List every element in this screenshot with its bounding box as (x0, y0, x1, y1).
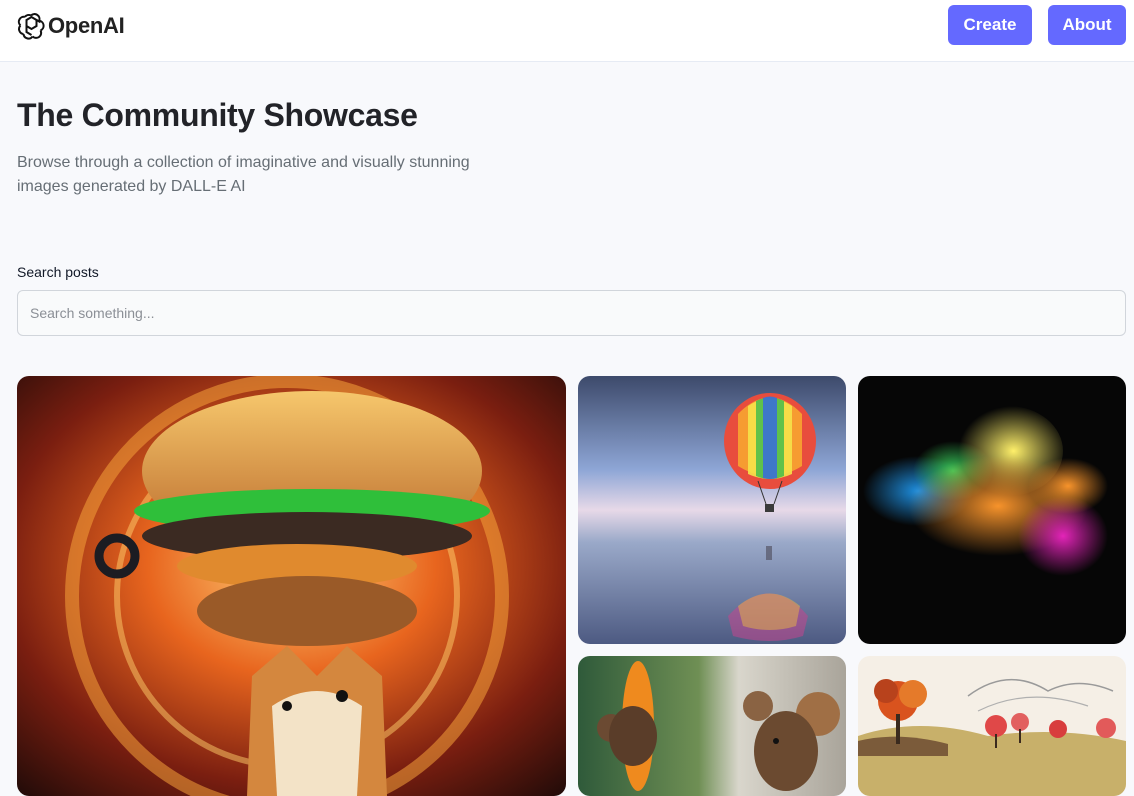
gallery-card-autumn-trees[interactable] (858, 656, 1126, 796)
top-navbar: OpenAI Create About (0, 0, 1134, 62)
autumn-trees-image (858, 656, 1126, 796)
gallery-card-color-explosion[interactable] (858, 376, 1126, 644)
mice-surfboard-image (578, 656, 846, 796)
gallery-card-hot-air-balloon[interactable] (578, 376, 846, 644)
page-title: The Community Showcase (17, 97, 418, 133)
gallery-card-burger-doge[interactable] (17, 376, 566, 796)
openai-logo-icon (17, 13, 45, 40)
openai-logo-link[interactable]: OpenAI (17, 11, 125, 41)
search-input[interactable] (17, 290, 1126, 336)
gallery-card-mice-surfboard[interactable] (578, 656, 846, 796)
hot-air-balloon-image (578, 376, 846, 644)
color-explosion-image (858, 376, 1126, 644)
burger-doge-image (17, 376, 566, 796)
about-button[interactable]: About (1048, 5, 1126, 45)
create-button[interactable]: Create (948, 5, 1032, 45)
page-subtitle: Browse through a collection of imaginati… (17, 154, 470, 195)
logo-text: OpenAI (48, 13, 125, 38)
search-label: Search posts (17, 264, 99, 280)
